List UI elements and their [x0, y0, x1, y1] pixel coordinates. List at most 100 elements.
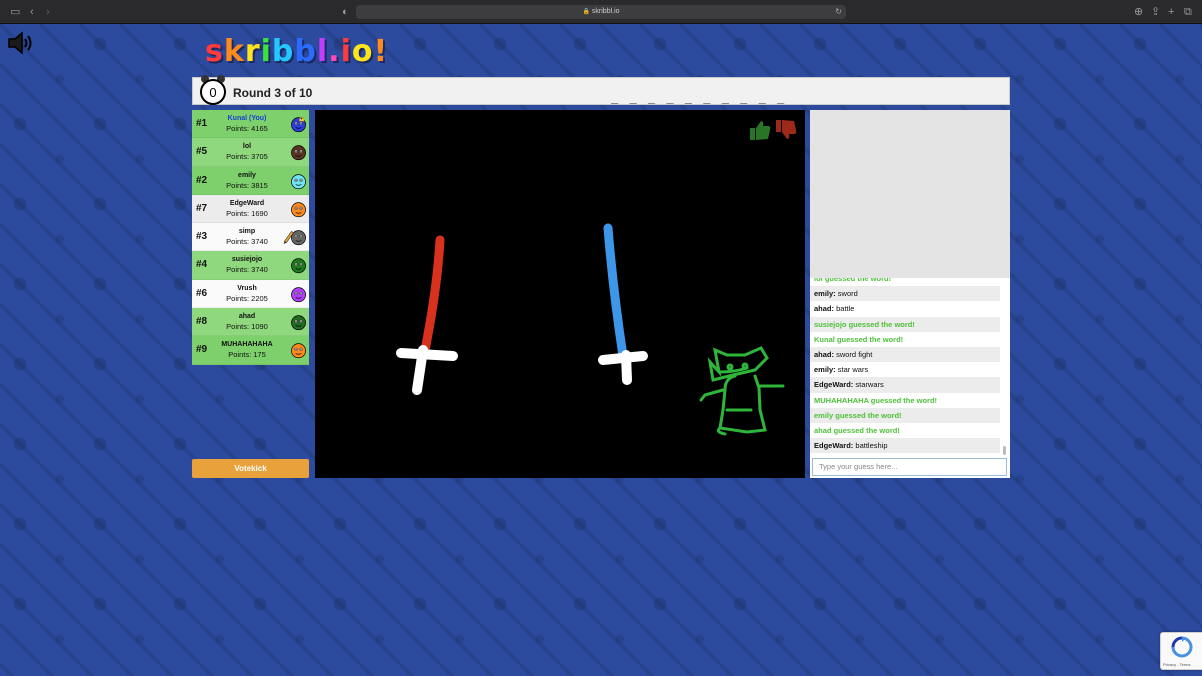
back-icon[interactable]: ‹ [30, 5, 34, 19]
player-rank: #2 [196, 174, 208, 186]
new-tab-icon[interactable]: + [1168, 5, 1174, 19]
tab-overview-icon[interactable]: ⧉ [1184, 5, 1192, 19]
blue-saber-hilt [621, 350, 632, 385]
player-name: Kunal (You) [227, 115, 267, 122]
avatar [291, 145, 306, 161]
forward-icon[interactable]: › [46, 5, 50, 19]
player-row[interactable]: #9 MUHAHAHAHA Points: 175 [192, 336, 309, 365]
drawing [396, 223, 785, 436]
avatar [291, 258, 306, 274]
logo-letter: ! [373, 34, 389, 69]
red-saber-hilt [412, 345, 428, 395]
logo-letter: i [340, 34, 352, 69]
chat-message: susiejojo guessed the word! [810, 316, 1000, 332]
logo-letter: b [271, 34, 295, 69]
recaptcha-badge[interactable]: Privacy - Terms [1160, 632, 1202, 670]
chat-text: ahad guessed the word! [814, 425, 900, 435]
sidebar-icon[interactable]: ▭ [10, 5, 20, 19]
player-points: Points: 3740 [226, 265, 268, 275]
avatar [291, 202, 306, 218]
chat-message: Kunal guessed the word! [810, 332, 1000, 347]
reload-icon[interactable]: ↻ [835, 5, 842, 19]
chat-message: MUHAHAHAHA guessed the word! [810, 393, 1000, 408]
chat-message: EdgeWard: starwars [810, 377, 1000, 393]
avatar [291, 116, 306, 133]
player-rank: #3 [196, 231, 208, 243]
player-row[interactable]: #1 Kunal (You) Points: 4165 [192, 110, 309, 139]
alarm-clock-icon: 0 [200, 75, 226, 105]
player-row[interactable]: #4 susiejojo Points: 3740 [192, 251, 309, 280]
player-points: Points: 2205 [226, 293, 268, 303]
chat-message: ahad: battle [810, 301, 1000, 316]
chat-text: battle [834, 304, 855, 314]
chat-message: emily guessed the word! [810, 407, 1000, 423]
chat-scrollbar[interactable] [1003, 446, 1006, 455]
avatar [291, 343, 306, 359]
avatar [283, 230, 306, 246]
sound-icon[interactable] [6, 30, 34, 56]
share-icon[interactable]: ⇪ [1151, 5, 1160, 19]
chat-messages: lol guessed the word! emily: sword ahad: b… [810, 278, 1000, 456]
player-rank: #8 [196, 316, 208, 328]
chat-message: ahad: sword fight [810, 346, 1000, 363]
word-hint: _ _ _ _ _ _ _ _ _ _ [611, 90, 787, 104]
chat-text: emily guessed the word! [814, 410, 902, 420]
download-icon[interactable]: ⊕ [1134, 5, 1143, 19]
chat-author: ahad: [814, 349, 835, 359]
player-points: Points: 4165 [226, 124, 268, 133]
player-row[interactable]: #6 Vrush Points: 2205 [192, 279, 309, 309]
chat-author: EdgeWard: [814, 441, 854, 451]
player-rank: #1 [196, 118, 208, 129]
player-points: Points: 1690 [226, 208, 268, 218]
player-row[interactable]: #3 simp Points: 3740 [192, 223, 309, 252]
chat-text: susiejojo guessed the word! [814, 319, 915, 329]
address-bar[interactable]: 🔒 skribbl.io ↻ [356, 5, 846, 19]
player-row[interactable]: #2 emily Points: 3815 [192, 166, 309, 195]
avatar [291, 315, 306, 331]
logo-letter: k [223, 34, 245, 69]
drawing-canvas[interactable] [315, 110, 805, 478]
player-rank: #4 [196, 259, 208, 271]
player-points: Points: 3740 [226, 237, 268, 247]
player-row[interactable]: #8 ahad Points: 1090 [192, 308, 309, 337]
recaptcha-icon [1171, 636, 1193, 658]
player-name: simp [238, 228, 256, 236]
logo-letter: i [260, 34, 272, 69]
player-name: emily [238, 171, 256, 179]
chat-message: EdgeWard: battleship [810, 438, 1000, 454]
votekick-button[interactable]: Votekick [192, 459, 309, 478]
chat-message: lol guessed the word! [810, 278, 1000, 286]
privacy-shield-icon[interactable]: ◐ [342, 5, 349, 19]
player-points: Points: 1090 [226, 322, 268, 332]
rating-buttons [750, 120, 797, 140]
chat-text: star wars [835, 365, 869, 375]
player-points: Points: 175 [228, 350, 266, 360]
player-row[interactable]: #7 EdgeWard Points: 1690 [192, 194, 309, 224]
logo-letter: l [316, 34, 329, 69]
thumbs-down-icon[interactable] [776, 120, 797, 139]
logo-letter: o [351, 34, 374, 69]
round-indicator: Round 3 of 10 [233, 86, 313, 100]
player-name: ahad [238, 313, 256, 321]
player-rank: #9 [196, 344, 208, 356]
player-points: Points: 3815 [226, 180, 268, 190]
chat-text: lol guessed the word! [814, 278, 892, 283]
skribbl-logo: skribbl.io! [205, 34, 388, 69]
guess-input[interactable]: Type your guess here... [812, 458, 1007, 476]
thumbs-up-icon[interactable] [750, 121, 771, 140]
chat-top-area [810, 110, 1010, 278]
green-character [699, 346, 785, 436]
player-name: susiejojo [231, 256, 263, 264]
player-points: Points: 3705 [226, 152, 268, 162]
player-row[interactable]: #5 lol Points: 3705 [192, 138, 309, 167]
logo-letter: r [244, 34, 261, 69]
game-header: 0 Round 3 of 10 _ _ _ _ _ _ _ _ _ _ [192, 75, 1010, 105]
chat-author: ahad: [814, 304, 835, 314]
avatar [291, 287, 306, 302]
chat-author: emily: [814, 365, 836, 375]
logo-letter: s [205, 34, 224, 69]
red-saber-blade [420, 235, 445, 355]
logo-letter: b [294, 34, 317, 69]
player-name: lol [242, 143, 252, 151]
chat-author: EdgeWard: [814, 380, 854, 390]
